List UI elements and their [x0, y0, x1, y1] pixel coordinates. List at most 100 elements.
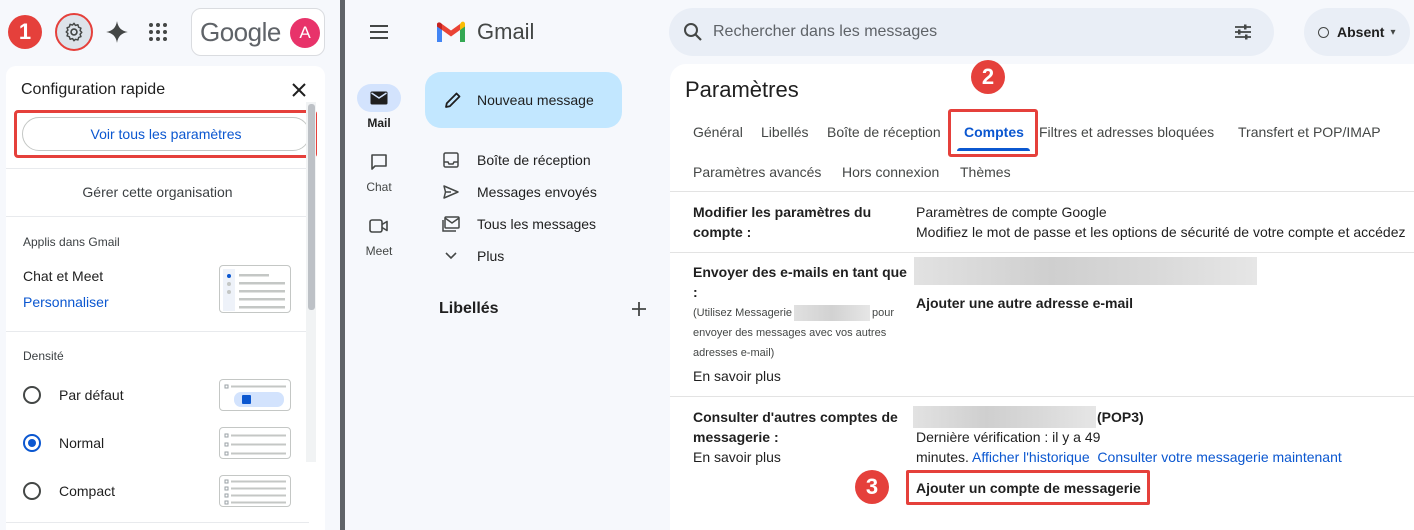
check-mail-now-link[interactable]: Consulter votre messagerie maintenant [1097, 449, 1341, 465]
add-email-address-link[interactable]: Ajouter une autre adresse e-mail [916, 293, 1133, 313]
nav-item-inbox[interactable]: Boîte de réception [441, 148, 591, 172]
nav-label: Plus [477, 248, 505, 264]
divider [670, 252, 1414, 253]
pencil-icon [445, 92, 461, 108]
chevron-down-icon [445, 252, 457, 260]
tab-labels[interactable]: Libellés [761, 124, 808, 140]
highlight-frame-accounts-tab [948, 109, 1038, 157]
nav-item-all-mail[interactable]: Tous les messages [441, 212, 596, 236]
divider [6, 331, 309, 332]
send-icon [443, 185, 459, 199]
send-as-learn-more-link[interactable]: En savoir plus [693, 366, 781, 386]
status-selector[interactable]: Absent ▾ [1304, 8, 1410, 56]
account-chip[interactable]: Google A [191, 8, 325, 56]
search-input[interactable] [713, 8, 1213, 56]
label-line: : [693, 284, 698, 300]
check-mail-label: Consulter d'autres comptes de messagerie… [693, 407, 898, 447]
search-bar [669, 8, 1274, 56]
account-settings-description: Modifiez le mot de passe et les options … [916, 224, 1406, 240]
main-menu-icon[interactable] [369, 22, 389, 42]
radio-button[interactable] [23, 386, 41, 404]
tab-advanced[interactable]: Paramètres avancés [693, 164, 821, 180]
status-circle-icon [1318, 26, 1329, 38]
nav-label: Boîte de réception [477, 152, 591, 168]
label-line: Envoyer des e-mails en tant que [693, 264, 907, 280]
tab-themes[interactable]: Thèmes [960, 164, 1011, 180]
tab-general[interactable]: Général [693, 124, 743, 140]
nav-item-more[interactable]: Plus [441, 244, 504, 268]
redacted-pop-account [913, 406, 1096, 428]
nav-label: Messages envoyés [477, 184, 597, 200]
rail-item-meet[interactable]: Meet [357, 212, 401, 258]
nav-item-sent[interactable]: Messages envoyés [441, 180, 597, 204]
density-preview-default[interactable] [219, 379, 291, 411]
gemini-sparkle-icon[interactable] [104, 18, 130, 46]
step-badge-1: 1 [8, 15, 42, 49]
add-mail-account-link[interactable]: Ajouter un compte de messagerie [916, 478, 1141, 498]
density-option-default[interactable]: Par défaut [23, 383, 124, 407]
label-line: messagerie : [693, 429, 779, 445]
google-account-settings-link[interactable]: Paramètres de compte Google [916, 202, 1107, 222]
tab-forwarding[interactable]: Transfert et POP/IMAP [1238, 124, 1381, 140]
avatar[interactable]: A [290, 18, 320, 48]
gmail-logo-text: Gmail [477, 19, 535, 44]
rail-label: Chat [366, 180, 392, 194]
search-icon[interactable] [683, 22, 703, 42]
close-icon[interactable] [289, 80, 309, 100]
rail-item-mail[interactable]: Mail [357, 84, 401, 130]
density-preview-compact[interactable] [219, 475, 291, 507]
last-check-text-2: minutes. [916, 449, 969, 465]
mail-icon [370, 91, 388, 105]
radio-button[interactable] [23, 482, 41, 500]
density-option-normal[interactable]: Normal [23, 431, 104, 455]
send-as-note: (Utilisez Messagerie pour envoyer des mes… [693, 303, 894, 363]
search-options-icon[interactable] [1233, 22, 1253, 42]
settings-gear-button[interactable] [55, 13, 93, 51]
last-check-text: Dernière vérification : il y a 49 [916, 429, 1101, 445]
tab-offline[interactable]: Hors connexion [842, 164, 939, 180]
rail-item-chat[interactable]: Chat [357, 148, 401, 194]
divider [670, 396, 1414, 397]
radio-button[interactable] [23, 434, 41, 452]
view-history-link[interactable]: Afficher l'historique [972, 449, 1090, 465]
see-all-settings-button[interactable]: Voir tous les paramètres [22, 117, 310, 151]
labels-section-title: Libellés [439, 300, 499, 317]
label-line: Consulter d'autres comptes de [693, 409, 898, 425]
chat-meet-label: Chat et Meet [23, 268, 104, 284]
gear-icon [65, 22, 83, 42]
rail-label: Mail [367, 116, 391, 130]
meet-icon [369, 219, 388, 233]
page-title: Paramètres [685, 77, 799, 102]
chat-meet-preview[interactable] [219, 265, 291, 313]
all-mail-icon [442, 216, 460, 232]
personalize-link[interactable]: Personnaliser [23, 294, 109, 310]
check-mail-learn-more-link[interactable]: En savoir plus [693, 447, 781, 467]
density-section-title: Densité [23, 349, 64, 363]
note-text: (Utilisez Messagerie [693, 307, 793, 319]
layout-preview-icon [223, 269, 285, 311]
scrollbar-thumb[interactable] [308, 104, 315, 310]
step-badge-2: 2 [971, 60, 1005, 94]
status-label: Absent [1337, 24, 1385, 40]
density-preview-icon [224, 479, 286, 505]
density-preview-icon [224, 433, 286, 456]
density-preview-normal[interactable] [219, 427, 291, 459]
tab-filters[interactable]: Filtres et adresses bloquées [1039, 124, 1214, 140]
quick-config-panel: Configuration rapide Voir tous les param… [6, 66, 325, 530]
gmail-logo-icon[interactable] [435, 20, 467, 44]
tab-inbox[interactable]: Boîte de réception [827, 124, 941, 140]
compose-button[interactable]: Nouveau message [425, 72, 622, 128]
rail-label: Meet [365, 244, 393, 258]
quick-config-screenshot: 1 Google A Configuration rapide Voir tou… [0, 0, 340, 530]
manage-org-link[interactable]: Gérer cette organisation [6, 184, 309, 200]
gmail-window: Gmail Absent ▾ Mail Chat [345, 0, 1414, 530]
divider [6, 522, 309, 523]
inbox-icon [443, 152, 459, 168]
redacted-name [794, 305, 871, 322]
apps-grid-icon[interactable] [148, 22, 168, 42]
caret-down-icon: ▾ [1390, 26, 1396, 38]
label-line: compte : [693, 224, 752, 240]
density-option-compact[interactable]: Compact [23, 479, 115, 503]
account-settings-label: Modifier les paramètres du compte : [693, 202, 871, 242]
add-label-icon[interactable] [631, 300, 647, 318]
